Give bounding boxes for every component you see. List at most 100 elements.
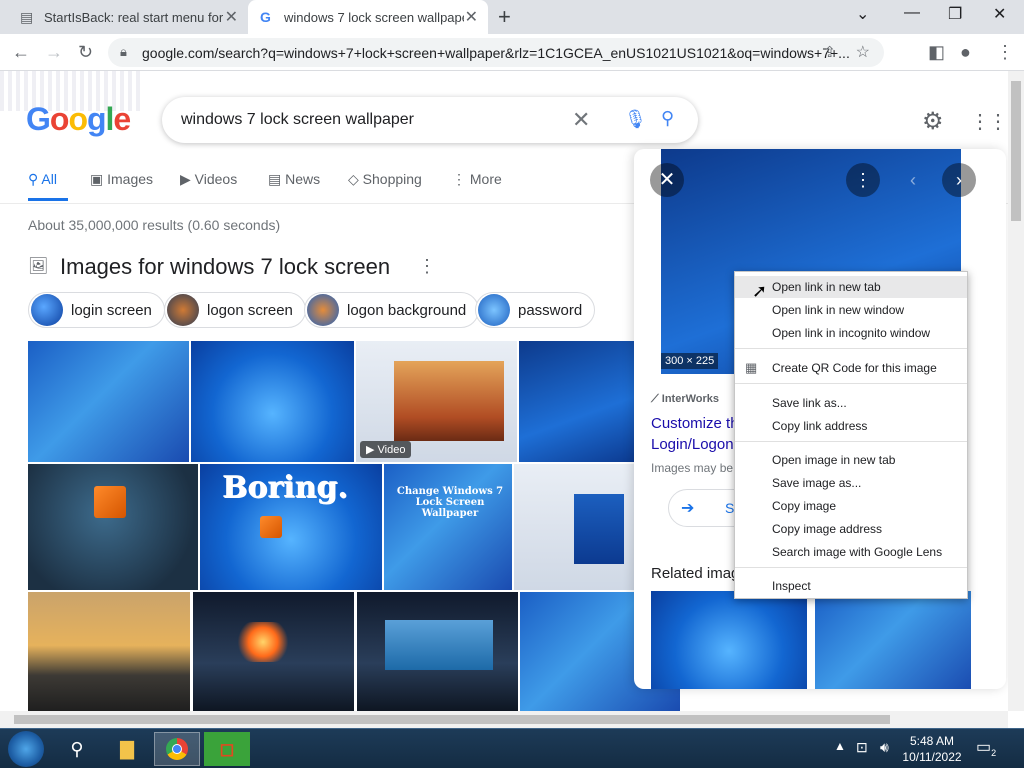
bookmark-star-icon[interactable]: ☆ <box>856 42 870 62</box>
chrome-icon[interactable] <box>154 732 200 766</box>
menu-item-open-incognito[interactable]: Open link in incognito window <box>735 322 967 344</box>
menu-item-open-new-tab[interactable]: Open link in new tab <box>735 276 967 298</box>
scroll-thumb[interactable] <box>14 715 890 724</box>
menu-separator <box>735 348 967 349</box>
image-result[interactable] <box>193 592 354 711</box>
menu-item-create-qr[interactable]: ▦ Create QR Code for this image <box>735 357 967 379</box>
settings-gear-icon[interactable]: ⚙ <box>922 107 944 136</box>
office-icon[interactable]: ◻ <box>204 732 250 766</box>
back-button[interactable]: ← <box>12 42 30 63</box>
video-icon: ▶ <box>180 171 195 187</box>
image-result[interactable] <box>357 592 518 711</box>
scroll-thumb[interactable] <box>1011 81 1021 221</box>
visit-label: S <box>725 500 735 516</box>
menu-kebab-icon[interactable]: ⋮ <box>996 42 1014 63</box>
minimize-button[interactable]: — <box>904 4 920 22</box>
image-result[interactable] <box>191 341 354 462</box>
image-result[interactable] <box>28 464 198 590</box>
chip-login-screen[interactable]: login screen <box>28 292 165 328</box>
tab-news[interactable]: ▤ News <box>268 171 320 188</box>
tab-label: More <box>469 171 502 187</box>
clock[interactable]: 5:48 AM 10/11/2022 <box>900 733 964 765</box>
more-vert-icon[interactable]: ⋮ <box>846 163 880 197</box>
menu-item-copy-image[interactable]: Copy image <box>735 495 967 517</box>
menu-item-save-image[interactable]: Save image as... <box>735 472 967 494</box>
chevron-right-icon[interactable]: › <box>942 163 976 197</box>
image-icon: ▣ <box>90 171 108 187</box>
menu-item-open-new-window[interactable]: Open link in new window <box>735 299 967 321</box>
tag-icon: ◇ <box>348 171 363 187</box>
horizontal-scrollbar[interactable] <box>0 711 1008 728</box>
search-icon[interactable]: ⚲ <box>54 732 100 766</box>
image-result[interactable]: ▶ Video <box>356 341 517 462</box>
image-result[interactable]: Change Windows 7 Lock Screen Wallpaper <box>384 464 512 590</box>
tab-all[interactable]: ⚲ All <box>28 171 57 188</box>
clear-search-icon[interactable]: ✕ <box>572 107 590 133</box>
tab-shopping[interactable]: ◇ Shopping <box>348 171 422 188</box>
source-name: InterWorks <box>661 393 720 405</box>
chip-password[interactable]: password <box>475 292 596 328</box>
reload-button[interactable]: ↻ <box>78 42 93 63</box>
google-doodle-logo[interactable]: Google <box>0 71 150 141</box>
close-icon[interactable]: ✕ <box>650 163 684 197</box>
source-favicon: ⟋ <box>651 393 662 405</box>
tab-videos[interactable]: ▶ Videos <box>180 171 237 188</box>
more-options-icon[interactable]: ⋮ <box>418 256 436 277</box>
images-heading[interactable]: Images for windows 7 lock screen <box>60 254 390 280</box>
file-explorer-icon[interactable]: ▇ <box>104 732 150 766</box>
tab-google-search[interactable]: G windows 7 lock screen wallpaper ✕ <box>248 0 488 34</box>
address-bar[interactable]: 🔒︎ google.com/search?q=windows+7+lock+sc… <box>108 38 884 67</box>
related-image[interactable] <box>815 591 971 689</box>
tab-search-icon[interactable]: ⌄ <box>856 4 869 24</box>
related-image[interactable] <box>651 591 807 689</box>
lock-icon[interactable]: 🔒︎ <box>120 44 127 60</box>
chip-label: logon background <box>347 301 467 319</box>
notification-icon[interactable]: ▭2 <box>976 737 996 777</box>
menu-separator <box>735 567 967 568</box>
menu-item-inspect[interactable]: Inspect <box>735 575 967 597</box>
profile-avatar[interactable]: ● <box>960 42 971 63</box>
close-window-button[interactable]: ✕ <box>993 4 1006 24</box>
tab-images[interactable]: ▣ Images <box>90 171 153 188</box>
chevron-left-icon[interactable]: ‹ <box>896 163 930 197</box>
menu-item-copy-image-address[interactable]: Copy image address <box>735 518 967 540</box>
search-box[interactable]: windows 7 lock screen wallpaper ✕ 🎙︎ ⚲ <box>162 97 698 143</box>
chip-thumbnail <box>307 294 339 326</box>
menu-item-save-link[interactable]: Save link as... <box>735 392 967 414</box>
image-result[interactable] <box>28 592 190 711</box>
image-dimensions: 300 × 225 <box>661 353 719 369</box>
restore-button[interactable]: ❐ <box>948 4 962 24</box>
start-button[interactable] <box>8 731 44 767</box>
microphone-icon[interactable]: 🎙︎ <box>624 109 647 130</box>
menu-separator <box>735 441 967 442</box>
network-icon[interactable]: ⊡ <box>856 739 868 779</box>
url-text: google.com/search?q=windows+7+lock+scree… <box>142 45 850 61</box>
close-tab-icon[interactable]: ✕ <box>465 7 478 27</box>
image-icon: 🖼︎ <box>28 258 49 275</box>
source-site[interactable]: ⟋ InterWorks <box>651 393 719 406</box>
tab-startisback[interactable]: ▤ StartIsBack: real start menu for W ✕ <box>8 0 248 34</box>
close-tab-icon[interactable]: ✕ <box>225 7 238 27</box>
image-result[interactable] <box>519 341 635 462</box>
windows-taskbar: ⚲ ▇ ◻ ▲ ⊡ 🔊︎ 5:48 AM 10/11/2022 ▭2 <box>0 728 1024 768</box>
new-tab-button[interactable]: + <box>498 4 511 30</box>
menu-item-copy-link[interactable]: Copy link address <box>735 415 967 437</box>
image-result[interactable] <box>28 341 189 462</box>
chip-logon-screen[interactable]: logon screen <box>164 292 306 328</box>
image-result[interactable]: Boring. <box>200 464 382 590</box>
show-hidden-icons[interactable]: ▲ <box>834 739 846 779</box>
menu-item-google-lens[interactable]: Search image with Google Lens <box>735 541 967 563</box>
image-result[interactable] <box>514 464 635 590</box>
share-icon[interactable]: ⇪ <box>823 43 836 61</box>
tab-more[interactable]: ⋮ More <box>452 171 502 188</box>
vertical-scrollbar[interactable] <box>1008 71 1024 711</box>
search-input[interactable]: windows 7 lock screen wallpaper <box>181 111 414 129</box>
chip-logon-background[interactable]: logon background <box>304 292 480 328</box>
side-panel-icon[interactable]: ◧ <box>928 42 945 63</box>
google-apps-icon[interactable]: ⋮⋮⋮ <box>970 109 1008 134</box>
menu-item-open-image-new-tab[interactable]: Open image in new tab <box>735 449 967 471</box>
volume-icon[interactable]: 🔊︎ <box>880 739 889 779</box>
forward-button[interactable]: → <box>45 42 63 63</box>
browser-tab-strip: ▤ StartIsBack: real start menu for W ✕ G… <box>0 0 1024 34</box>
search-icon[interactable]: ⚲ <box>661 108 674 129</box>
